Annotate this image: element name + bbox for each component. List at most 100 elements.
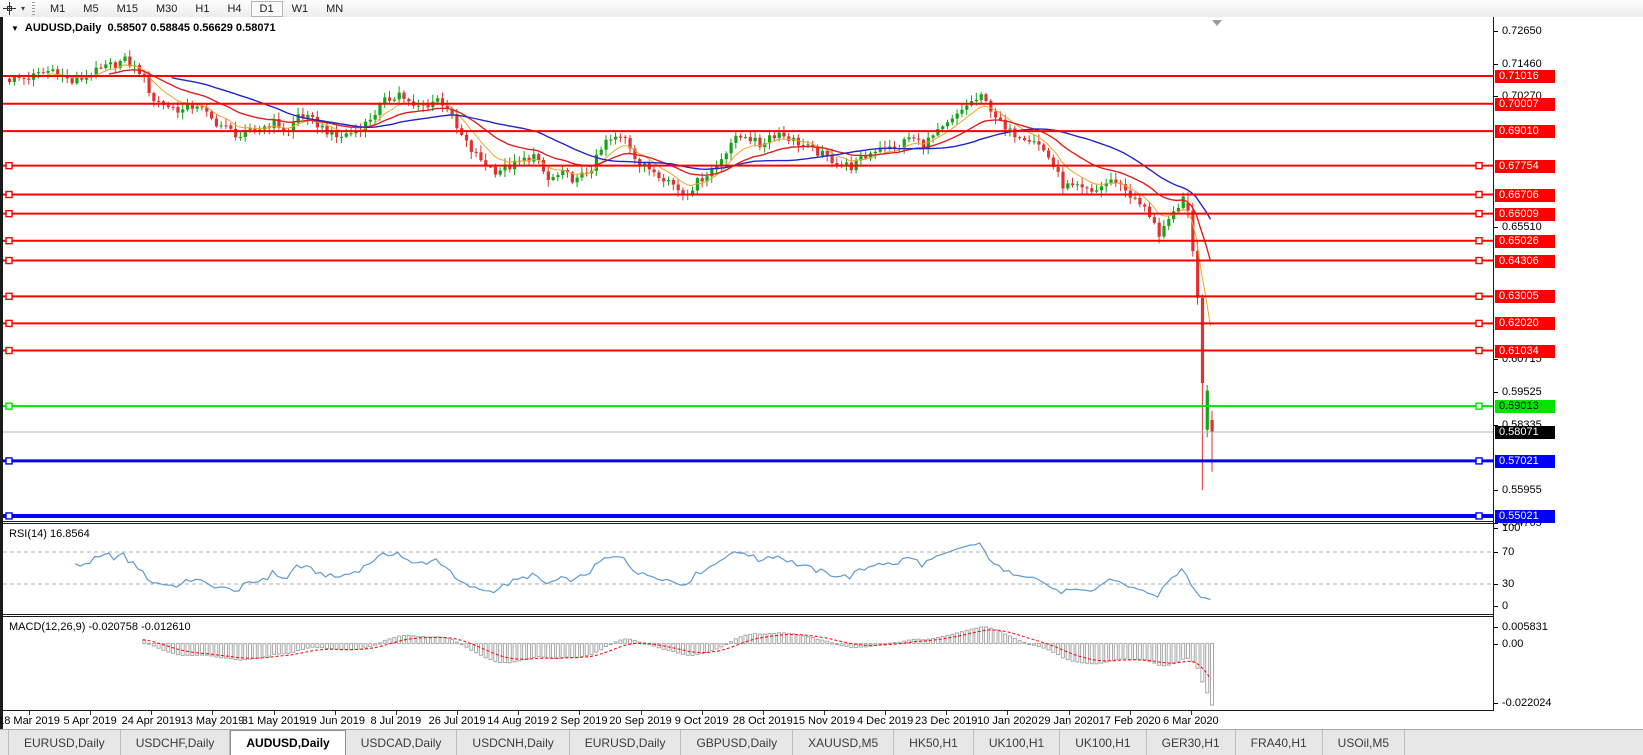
rsi-indicator-panel[interactable]: RSI(14) 16.8564 <box>3 524 1493 614</box>
candle-down <box>662 178 665 181</box>
macd-canvas[interactable] <box>3 617 1493 710</box>
candle-up <box>1100 186 1103 190</box>
candlestick-canvas[interactable] <box>3 17 1493 521</box>
candle-up <box>532 154 535 162</box>
axis-tick-dash <box>1494 31 1498 32</box>
timeframe-button-m30[interactable]: M30 <box>147 1 186 17</box>
chart-tab-uk100-h1[interactable]: UK100,H1 <box>974 730 1060 755</box>
chart-tab-usoil-m5[interactable]: USOil,M5 <box>1323 730 1405 755</box>
chart-tab-fra40-h1[interactable]: FRA40,H1 <box>1236 730 1323 755</box>
macd-histogram-bar <box>1182 644 1185 660</box>
macd-histogram-bar <box>1167 644 1170 666</box>
candle-up <box>946 122 949 126</box>
macd-histogram-bar <box>600 644 603 650</box>
macd-histogram-bar <box>494 644 497 662</box>
candle-down <box>864 156 867 158</box>
price-line-label: 0.55021 <box>1495 510 1555 523</box>
timeframe-button-mn[interactable]: MN <box>317 1 352 17</box>
candle-up <box>951 119 954 123</box>
timeframe-button-h4[interactable]: H4 <box>218 1 250 17</box>
candle-down <box>157 101 160 102</box>
timeframe-button-m15[interactable]: M15 <box>108 1 147 17</box>
candle-up <box>874 152 877 154</box>
toolbar-grip[interactable] <box>32 2 35 15</box>
price-line-label: 0.67754 <box>1495 160 1555 173</box>
chart-ohlc-values: 0.58507 0.58845 0.56629 0.58071 <box>107 22 275 34</box>
candle-down <box>1134 198 1137 199</box>
candle-down <box>739 136 742 138</box>
macd-histogram-bar <box>787 634 790 644</box>
macd-histogram-bar <box>691 644 694 656</box>
rsi-axis-label: 70 <box>1502 546 1514 559</box>
macd-indicator-panel[interactable]: MACD(12,26,9) -0.020758 -0.012610 <box>3 617 1493 710</box>
candle-down <box>1158 223 1161 237</box>
chart-tab-eurusd-daily[interactable]: EURUSD,Daily <box>8 730 121 755</box>
axis-tick-dash <box>1494 627 1498 628</box>
rsi-axis-label: 0 <box>1502 600 1508 613</box>
crosshair-cursor-icon[interactable] <box>0 1 18 16</box>
price-line-label: 0.64306 <box>1495 255 1555 268</box>
chart-tab-uk100-h1[interactable]: UK100,H1 <box>1060 730 1146 755</box>
panel-separator[interactable] <box>0 521 1643 522</box>
candle-up <box>417 106 420 107</box>
candle-up <box>734 136 737 143</box>
main-chart-panel[interactable]: ▼AUDUSD,Daily 0.58507 0.58845 0.56629 0.… <box>3 17 1493 521</box>
candle-up <box>340 137 343 138</box>
macd-histogram-bar <box>859 644 862 648</box>
price-axis[interactable]: 0.726500.714600.702700.655100.607150.595… <box>1493 17 1643 711</box>
macd-histogram-bar <box>1109 644 1112 661</box>
candle-down <box>234 129 237 138</box>
candle-up <box>37 72 40 73</box>
chart-tab-hk50-h1[interactable]: HK50,H1 <box>894 730 974 755</box>
chart-tab-audusd-daily[interactable]: AUDUSD,Daily <box>230 730 345 755</box>
macd-histogram-bar <box>1033 644 1036 646</box>
candle-down <box>388 98 391 101</box>
chart-tab-xauusd-m5[interactable]: XAUUSD,M5 <box>793 730 894 755</box>
panel-separator[interactable] <box>0 614 1643 615</box>
timeframe-button-w1[interactable]: W1 <box>283 1 318 17</box>
macd-histogram-bar <box>1148 644 1151 662</box>
chart-tab-usdcad-daily[interactable]: USDCAD,Daily <box>346 730 458 755</box>
candle-down <box>99 68 102 69</box>
macd-histogram-bar <box>407 635 410 643</box>
macd-histogram-bar <box>181 644 184 656</box>
price-line-label: 0.62020 <box>1495 317 1555 330</box>
axis-tick-dash <box>1494 227 1498 228</box>
candle-up <box>907 137 910 139</box>
macd-histogram-bar <box>816 639 819 643</box>
macd-histogram-bar <box>677 644 680 653</box>
chart-tab-usdchf-daily[interactable]: USDCHF,Daily <box>121 730 231 755</box>
candle-up <box>123 57 126 61</box>
candle-up <box>393 100 396 101</box>
candle-down <box>994 112 997 118</box>
chart-tab-ger30-h1[interactable]: GER30,H1 <box>1147 730 1236 755</box>
candle-down <box>787 136 790 141</box>
macd-histogram-bar <box>773 633 776 643</box>
candle-up <box>13 77 16 82</box>
candle-up <box>778 133 781 138</box>
date-axis[interactable]: 18 Mar 20195 Apr 201924 Apr 201913 May 2… <box>3 711 1493 729</box>
candle-down <box>176 107 179 113</box>
macd-histogram-bar <box>297 644 300 651</box>
chart-tab-eurusd-daily[interactable]: EURUSD,Daily <box>570 730 682 755</box>
candle-down <box>1018 137 1021 138</box>
candle-down <box>826 151 829 156</box>
candle-down <box>917 139 920 140</box>
rsi-canvas[interactable] <box>3 524 1493 614</box>
macd-histogram-bar <box>417 636 420 643</box>
axis-tick-dash <box>1494 528 1498 529</box>
timeframe-button-d1[interactable]: D1 <box>251 1 283 17</box>
macd-label: MACD(12,26,9) -0.020758 -0.012610 <box>9 621 191 633</box>
chart-tab-gbpusd-daily[interactable]: GBPUSD,Daily <box>681 730 793 755</box>
timeframe-button-h1[interactable]: H1 <box>186 1 218 17</box>
candle-up <box>249 129 252 130</box>
candle-down <box>152 93 155 101</box>
chart-title-caret-icon[interactable]: ▼ <box>11 24 19 33</box>
macd-histogram-bar <box>1052 644 1055 653</box>
timeframe-button-m1[interactable]: M1 <box>41 1 74 17</box>
timeframe-button-m5[interactable]: M5 <box>74 1 107 17</box>
chart-tab-usdcnh-daily[interactable]: USDCNH,Daily <box>457 730 569 755</box>
macd-histogram-bar <box>1143 644 1146 661</box>
cursor-dropdown-arrow-icon[interactable]: ▾ <box>18 4 28 13</box>
macd-histogram-bar <box>595 644 598 653</box>
